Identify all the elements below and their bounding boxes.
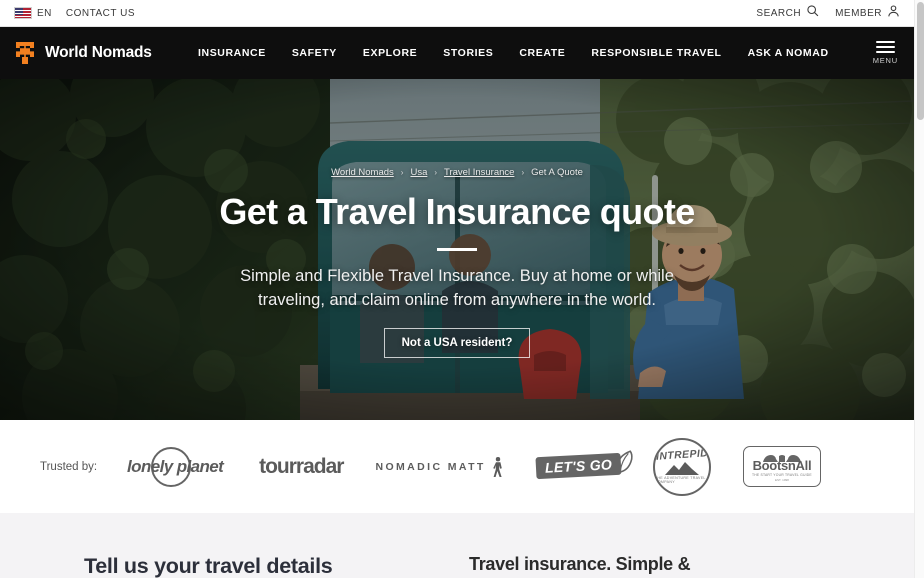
travel-details-section: Tell us your travel details Travel insur… (0, 513, 914, 578)
brand-name: World Nomads (45, 44, 152, 61)
trusted-by-label: Trusted by: (40, 460, 98, 473)
lets-go-label: LET'S GO (535, 452, 622, 479)
travel-details-right-column: Travel insurance. Simple & flexible. (469, 553, 830, 578)
intrepid-tagline: THE ADVENTURE TRAVEL COMPANY (654, 476, 706, 484)
hero-section: World Nomads › Usa › Travel Insurance › … (0, 79, 914, 420)
lonely-planet-logo: lonely planet (123, 446, 227, 487)
leaf-icon (615, 449, 634, 473)
page-title: Get a Travel Insurance quote (219, 191, 695, 232)
breadcrumb-separator: › (434, 168, 438, 177)
us-flag-icon (14, 7, 32, 19)
world-nomads-logo-icon (14, 41, 36, 65)
lets-go-logo: LET'S GO (535, 449, 633, 479)
utility-bar-left: EN CONTACT US (14, 7, 135, 19)
nav-item-responsible-travel[interactable]: RESPONSIBLE TRAVEL (591, 47, 721, 59)
browser-viewport: EN CONTACT US SEARCH MEMBER World Nomads… (0, 0, 924, 578)
hamburger-icon (875, 41, 895, 53)
member-button[interactable]: MEMBER (835, 4, 900, 23)
nav-item-ask-a-nomad[interactable]: ASK A NOMAD (748, 47, 829, 59)
intrepid-logo: INTREPID THE ADVENTURE TRAVEL COMPANY (652, 437, 711, 496)
utility-bar: EN CONTACT US SEARCH MEMBER (0, 0, 914, 27)
menu-button[interactable]: MENU (873, 41, 898, 65)
nav-item-insurance[interactable]: INSURANCE (198, 47, 266, 59)
breadcrumb-separator: › (400, 168, 404, 177)
language-selector[interactable]: EN (14, 7, 52, 19)
breadcrumb-item-world-nomads[interactable]: World Nomads (331, 167, 394, 178)
lonely-planet-label: lonely planet (127, 456, 224, 476)
utility-bar-right: SEARCH MEMBER (756, 4, 900, 23)
search-icon (806, 4, 819, 22)
menu-label: MENU (872, 56, 898, 65)
travel-details-heading: Tell us your travel details (84, 554, 333, 578)
user-icon (887, 4, 900, 23)
scrollbar-thumb[interactable] (916, 2, 924, 120)
member-label: MEMBER (835, 7, 882, 19)
nomadic-matt-label: NOMADIC MATT (375, 460, 486, 473)
breadcrumb-item-travel-insurance[interactable]: Travel Insurance (444, 167, 514, 178)
intrepid-label: INTREPID (655, 447, 709, 463)
travel-details-columns: Tell us your travel details Travel insur… (0, 553, 914, 578)
search-label: SEARCH (756, 7, 802, 19)
nav-item-stories[interactable]: STORIES (443, 47, 493, 59)
main-navigation: World Nomads INSURANCE SAFETY EXPLORE ST… (0, 27, 914, 79)
nav-links: INSURANCE SAFETY EXPLORE STORIES CREATE … (198, 47, 829, 59)
language-label: EN (37, 7, 52, 19)
not-a-usa-resident-button[interactable]: Not a USA resident? (383, 328, 531, 359)
nav-item-explore[interactable]: EXPLORE (363, 47, 417, 59)
tourradar-logo: tourradar (259, 454, 344, 479)
title-divider (437, 247, 477, 251)
bootsnall-tagline: THE START YOUR TRAVEL GUIDE (751, 473, 812, 478)
breadcrumb: World Nomads › Usa › Travel Insurance › … (331, 167, 583, 178)
travel-details-left-column: Tell us your travel details (84, 553, 469, 578)
page-scrollbar[interactable] (914, 0, 924, 578)
contact-us-link[interactable]: CONTACT US (66, 8, 135, 19)
breadcrumb-item-get-a-quote: Get A Quote (531, 167, 583, 178)
page-content: EN CONTACT US SEARCH MEMBER World Nomads… (0, 0, 914, 578)
nav-item-safety[interactable]: SAFETY (292, 47, 337, 59)
insurance-summary-heading: Travel insurance. Simple & flexible. (469, 554, 691, 578)
hero-subtitle: Simple and Flexible Travel Insurance. Bu… (240, 266, 674, 309)
hero-content: World Nomads › Usa › Travel Insurance › … (0, 79, 914, 420)
trusted-by-bar: Trusted by: lonely planet tourradar NOMA… (0, 420, 914, 513)
partner-logos: lonely planet tourradar NOMADIC MATT LET… (123, 437, 881, 496)
breadcrumb-item-usa[interactable]: Usa (410, 167, 427, 178)
breadcrumb-separator: › (521, 168, 525, 177)
bootsnall-logo: BootsnAll THE START YOUR TRAVEL GUIDE ES… (742, 445, 821, 488)
brand-home-link[interactable]: World Nomads (0, 41, 190, 65)
bootsnall-established: EST. 1998 (775, 478, 789, 483)
walker-figure-icon (492, 456, 504, 478)
bootsnall-label: BootsnAll (752, 457, 812, 473)
tourradar-label: tourradar (259, 454, 344, 478)
nav-item-create[interactable]: CREATE (519, 47, 565, 59)
mountain-icon (664, 462, 699, 475)
nomadic-matt-logo: NOMADIC MATT (375, 456, 504, 478)
search-button[interactable]: SEARCH (756, 4, 819, 22)
